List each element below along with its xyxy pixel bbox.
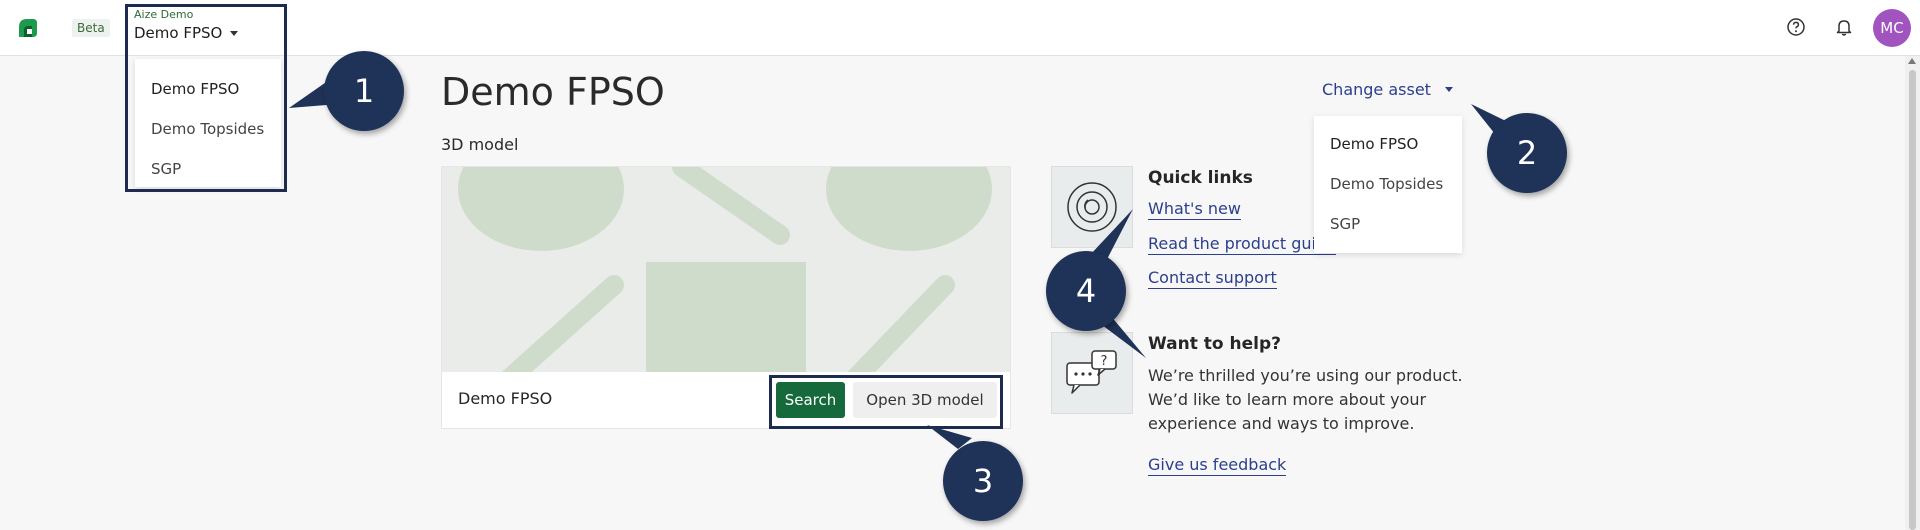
contact-support-link[interactable]: Contact support (1148, 268, 1277, 289)
help-icon[interactable] (1784, 15, 1808, 39)
caret-down-icon (1444, 87, 1453, 92)
annotation-marker-4: 4 (1046, 251, 1126, 331)
asset-dropdown-menu: Demo FPSO Demo Topsides SGP (1314, 116, 1462, 253)
annotation-highlight-3 (769, 375, 1003, 429)
annotation-marker-2: 2 (1487, 113, 1567, 193)
help-description: We’re thrilled you’re using our product.… (1148, 366, 1463, 433)
user-avatar[interactable]: MC (1873, 9, 1911, 47)
beta-badge: Beta (72, 19, 110, 37)
target-icon (1051, 166, 1133, 248)
model-placeholder-image (442, 167, 1010, 372)
give-feedback-link[interactable]: Give us feedback (1148, 455, 1287, 476)
asset-menu-item-demo-topsides[interactable]: Demo Topsides (1314, 164, 1462, 204)
change-asset-label: Change asset (1322, 80, 1431, 99)
product-guide-link[interactable]: Read the product guide (1148, 234, 1336, 255)
page-title: Demo FPSO (441, 70, 665, 114)
asset-menu-item-demo-fpso[interactable]: Demo FPSO (1314, 124, 1462, 164)
want-to-help-heading: Want to help? (1148, 334, 1281, 354)
quick-links-heading: Quick links (1148, 168, 1253, 188)
change-asset-dropdown[interactable]: Change asset (1322, 80, 1453, 99)
svg-text:?: ? (1101, 354, 1108, 369)
model-section-label: 3D model (441, 135, 519, 154)
annotation-marker-1: 1 (324, 51, 404, 131)
annotation-marker-3: 3 (943, 441, 1023, 521)
top-bar: Beta Aize Demo Demo FPSO MC (0, 0, 1920, 56)
annotation-highlight-1 (125, 4, 287, 192)
scroll-up-arrow-icon[interactable] (1908, 58, 1916, 64)
page-scrollbar[interactable] (1905, 56, 1920, 530)
chat-bubbles-icon: ? (1051, 332, 1133, 414)
aize-logo[interactable] (15, 15, 41, 41)
asset-menu-item-sgp[interactable]: SGP (1314, 204, 1462, 244)
model-name: Demo FPSO (458, 389, 553, 408)
scrollbar-thumb[interactable] (1909, 70, 1916, 530)
bell-icon[interactable] (1832, 15, 1856, 39)
whats-new-link[interactable]: What's new (1148, 199, 1241, 220)
